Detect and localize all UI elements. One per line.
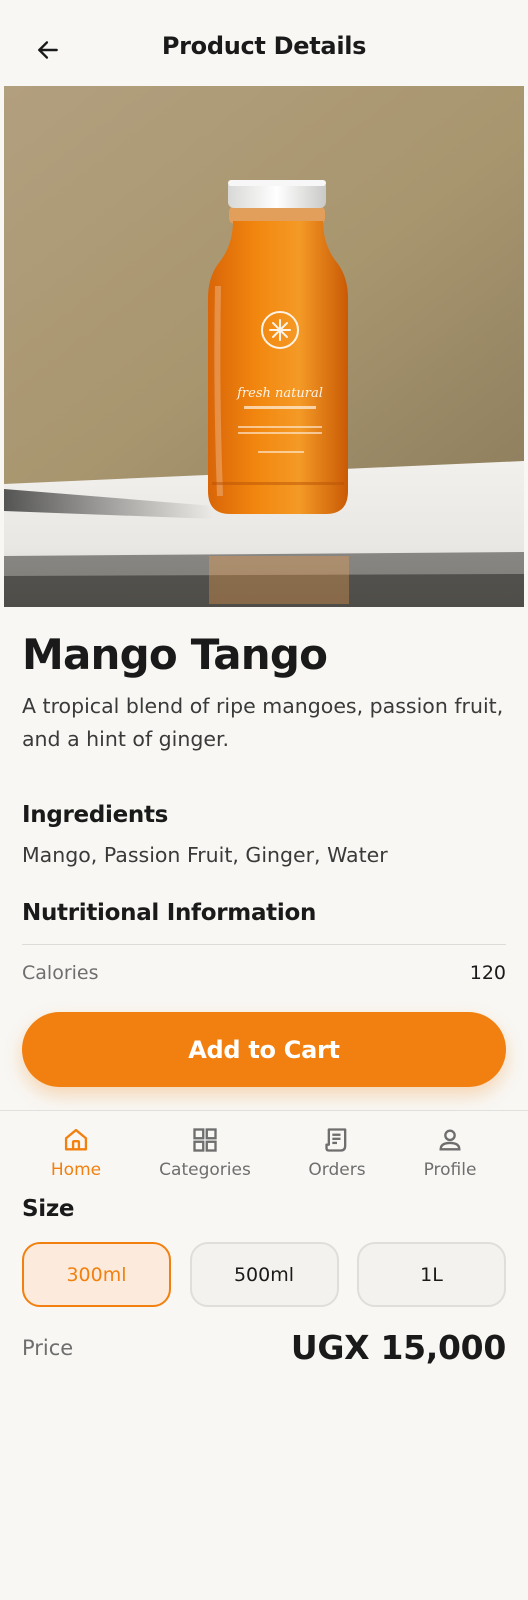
- ingredients-heading: Ingredients: [22, 802, 169, 828]
- price-value: UGX 15,000: [290, 1328, 506, 1367]
- product-details-screen: Product Details fresh natural Mango Tang…: [0, 0, 528, 1600]
- nav-label-home: Home: [50, 1160, 102, 1180]
- price-label: Price: [22, 1335, 74, 1360]
- nav-item-categories[interactable]: Categories: [145, 1111, 265, 1195]
- size-option-300ml[interactable]: 300ml: [22, 1242, 171, 1307]
- grid-icon: [190, 1125, 220, 1155]
- size-options: 300ml 500ml 1L: [22, 1242, 506, 1307]
- nutrition-divider: [22, 944, 506, 945]
- nav-item-home[interactable]: Home: [16, 1111, 136, 1195]
- product-name: Mango Tango: [22, 630, 328, 679]
- nav-label-categories: Categories: [159, 1160, 251, 1180]
- nav-item-profile[interactable]: Profile: [390, 1111, 510, 1195]
- app-header: Product Details: [0, 0, 528, 86]
- price-row: Price UGX 15,000: [22, 1328, 506, 1367]
- bottom-navigation: Home Categories Orders Profile: [0, 1110, 528, 1194]
- nav-label-orders: Orders: [308, 1160, 366, 1180]
- size-option-500ml[interactable]: 500ml: [189, 1242, 339, 1307]
- nav-item-orders[interactable]: Orders: [277, 1111, 397, 1195]
- nutrition-label: Calories: [22, 962, 99, 984]
- user-icon: [435, 1125, 465, 1155]
- nutrition-row-calories: Calories 120: [22, 962, 506, 984]
- ingredients-text: Mango, Passion Fruit, Ginger, Water: [22, 843, 388, 867]
- home-icon: [61, 1125, 91, 1155]
- size-option-1l[interactable]: 1L: [357, 1242, 506, 1307]
- bottle-label-brand: fresh natural: [236, 386, 323, 401]
- size-heading: Size: [22, 1196, 75, 1222]
- nav-label-profile: Profile: [423, 1160, 477, 1180]
- product-description: A tropical blend of ripe mangoes, passio…: [22, 694, 504, 751]
- nutrition-heading: Nutritional Information: [22, 900, 317, 926]
- product-image: fresh natural: [4, 86, 524, 607]
- page-title: Product Details: [161, 32, 367, 60]
- nutrition-value: 120: [469, 962, 506, 984]
- add-to-cart-button[interactable]: Add to Cart: [22, 1012, 506, 1087]
- receipt-icon: [322, 1125, 352, 1155]
